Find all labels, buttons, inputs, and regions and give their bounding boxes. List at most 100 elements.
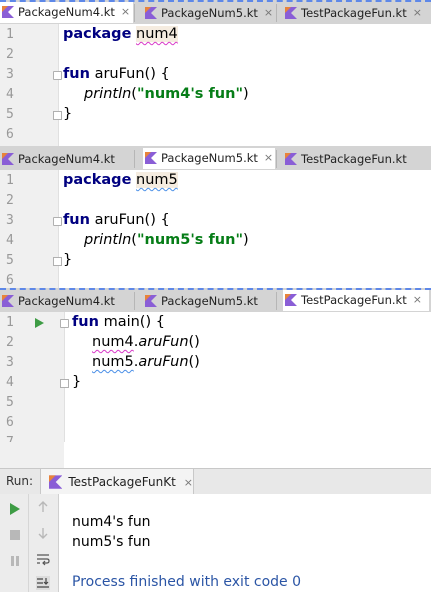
gutter-edge xyxy=(58,24,59,146)
pause-icon[interactable] xyxy=(8,554,22,568)
tab-separator xyxy=(134,292,135,310)
fold-marker-icon[interactable] xyxy=(60,379,69,388)
code-line-2: num4.aruFun() xyxy=(92,334,200,350)
line-number: 5 xyxy=(6,107,14,122)
editor-filler xyxy=(0,442,431,468)
line-number: 7 xyxy=(6,435,14,442)
tab-separator xyxy=(276,150,277,168)
code-token: ) xyxy=(243,86,249,102)
fold-marker-icon[interactable] xyxy=(53,111,62,120)
code-token: "num5's fun" xyxy=(136,232,243,248)
tab-testpackagefun[interactable]: TestPackageFun.kt xyxy=(283,148,429,169)
code-token: aruFun xyxy=(138,334,189,350)
code-token: aruFun() { xyxy=(94,212,170,228)
tab-packagenum4[interactable]: PackageNum4.kt xyxy=(0,290,133,311)
tab-label: PackageNum5.kt xyxy=(161,5,258,20)
code-editor-2[interactable]: 1 2 3 4 5 6 package num5 fun aruFun() { … xyxy=(0,170,431,288)
gutter-edge xyxy=(58,170,59,288)
kotlin-file-icon xyxy=(285,293,297,306)
close-run-tab-icon[interactable]: × xyxy=(184,476,193,489)
tab-label: PackageNum4.kt xyxy=(18,151,115,166)
line-number: 6 xyxy=(6,415,14,430)
code-token: () xyxy=(188,334,200,350)
code-token: println xyxy=(84,86,132,102)
fold-marker-icon[interactable] xyxy=(53,71,62,80)
kotlin-file-icon xyxy=(145,294,157,307)
run-tab-label: TestPackageFunKt xyxy=(68,475,176,489)
code-line-3: fun aruFun() { xyxy=(63,212,170,228)
tab-label: PackageNum5.kt xyxy=(161,293,258,308)
run-panel-header: Run: TestPackageFunKt × xyxy=(0,468,431,495)
fold-marker-icon[interactable] xyxy=(53,217,62,226)
code-token: aruFun xyxy=(138,354,189,370)
tab-packagenum5[interactable]: PackageNum5.kt × xyxy=(143,2,275,23)
split-divider[interactable] xyxy=(0,288,431,290)
soft-wrap-icon[interactable] xyxy=(36,552,50,566)
line-number: 2 xyxy=(6,47,14,62)
code-line-1: fun main() { xyxy=(72,314,165,330)
arrow-down-icon[interactable] xyxy=(36,526,50,540)
line-number: 4 xyxy=(6,87,14,102)
tab-packagenum4[interactable]: PackageNum4.kt × xyxy=(0,2,133,23)
run-tab-testpackagefunkt[interactable]: TestPackageFunKt × xyxy=(40,469,194,495)
run-toolbar xyxy=(0,494,59,592)
tab-label: TestPackageFun.kt xyxy=(301,151,407,166)
code-token: num4 xyxy=(136,26,178,42)
line-number: 3 xyxy=(6,213,14,228)
code-token: fun xyxy=(63,66,90,82)
fold-marker-icon[interactable] xyxy=(53,257,62,266)
code-line-4: } xyxy=(72,374,82,390)
line-number: 1 xyxy=(6,27,14,42)
code-editor-3[interactable]: 1 2 3 4 5 6 7 fun main() { num4.aruFun()… xyxy=(0,312,431,442)
scroll-to-end-icon[interactable] xyxy=(36,576,50,590)
line-number: 5 xyxy=(6,253,14,268)
close-tab-icon[interactable]: × xyxy=(121,5,130,18)
code-editor-1[interactable]: 1 2 3 4 5 6 package num4 fun aruFun() { … xyxy=(0,24,431,146)
line-number: 5 xyxy=(6,395,14,410)
tab-packagenum5[interactable]: PackageNum5.kt xyxy=(143,290,275,311)
code-token: fun xyxy=(72,314,99,330)
kotlin-file-icon xyxy=(2,5,14,18)
run-label: Run: xyxy=(6,474,34,488)
code-token: num5 xyxy=(92,354,134,370)
split-divider[interactable] xyxy=(0,0,431,2)
line-number: 4 xyxy=(6,233,14,248)
close-tab-icon[interactable]: × xyxy=(413,293,422,306)
line-number: 3 xyxy=(6,67,14,82)
tab-testpackagefun[interactable]: TestPackageFun.kt × xyxy=(283,290,429,311)
rerun-icon[interactable] xyxy=(8,502,22,516)
close-tab-icon[interactable]: × xyxy=(264,6,273,19)
code-line-1: package num4 xyxy=(63,26,178,42)
tab-testpackagefun[interactable]: TestPackageFun.kt × xyxy=(283,2,429,23)
line-number: 1 xyxy=(6,173,14,188)
code-token: println xyxy=(84,232,132,248)
code-token: () xyxy=(188,354,200,370)
stop-icon[interactable] xyxy=(8,528,22,542)
code-token: main() { xyxy=(103,314,165,330)
tab-label: TestPackageFun.kt xyxy=(301,292,407,307)
editor-tabbar-1: PackageNum4.kt × PackageNum5.kt × TestPa… xyxy=(0,0,431,24)
line-number: 3 xyxy=(6,355,14,370)
tab-separator xyxy=(134,4,135,22)
console-output-line: num5's fun xyxy=(72,534,151,550)
close-tab-icon[interactable]: × xyxy=(413,6,422,19)
line-number: 4 xyxy=(6,375,14,390)
fold-marker-icon[interactable] xyxy=(60,319,69,328)
tab-packagenum4[interactable]: PackageNum4.kt xyxy=(0,148,133,169)
kotlin-file-icon xyxy=(285,152,297,165)
code-line-3: num5.aruFun() xyxy=(92,354,200,370)
tab-label: PackageNum5.kt xyxy=(161,150,258,165)
code-token: num5 xyxy=(136,172,178,188)
close-tab-icon[interactable]: × xyxy=(264,151,273,164)
code-line-5: } xyxy=(63,106,73,122)
code-line-5: } xyxy=(63,252,73,268)
kotlin-file-icon xyxy=(145,151,157,164)
kotlin-file-icon xyxy=(2,152,14,165)
kotlin-file-icon xyxy=(2,294,14,307)
console-output-line: num4's fun xyxy=(72,514,151,530)
tab-packagenum5[interactable]: PackageNum5.kt × xyxy=(143,148,275,169)
code-line-4: println("num5's fun") xyxy=(84,232,249,248)
run-gutter-icon[interactable] xyxy=(34,317,45,329)
tab-label: TestPackageFun.kt xyxy=(301,5,407,20)
arrow-up-icon[interactable] xyxy=(36,500,50,514)
